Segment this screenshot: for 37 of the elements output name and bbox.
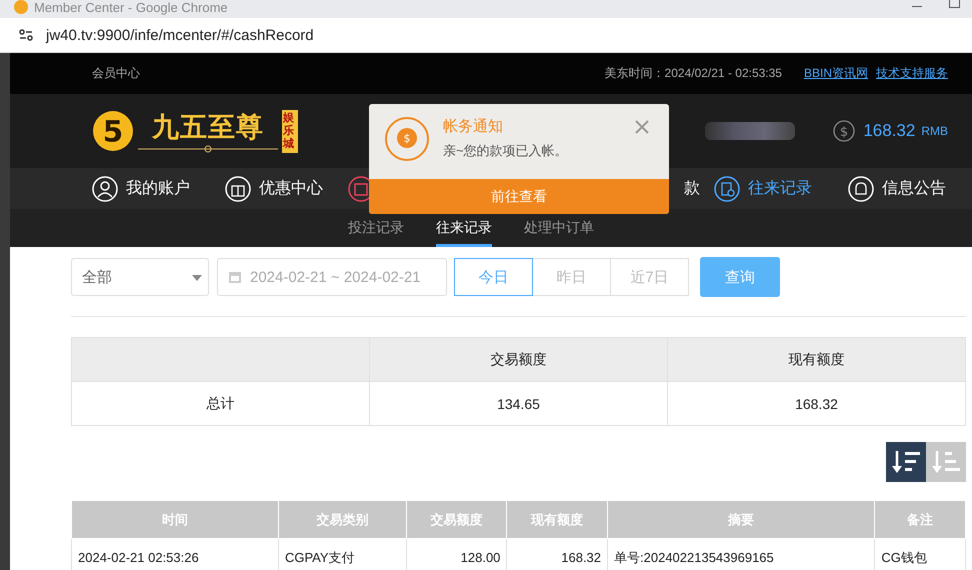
table-header-cell: 现有额度 [668,338,966,382]
window-title: Member Center - Google Chrome [34,1,228,14]
bell-icon [848,176,874,202]
notification-title: 帐务通知 [443,117,504,136]
logo-text: 九五至尊 [152,111,264,144]
site-settings-icon[interactable] [18,27,34,43]
document-icon [714,176,740,202]
gift-icon [225,176,251,202]
currency-label: RMB [921,124,948,138]
nav-tab[interactable]: 我的账户 [92,176,190,202]
logo-icon: 5 [92,110,134,152]
address-bar[interactable]: jw40.tv:9900/infe/mcenter/#/cashRecord [46,26,314,44]
balance-amount: 168.32 [863,121,916,141]
user-icon [92,176,118,202]
logo-badge: 娱乐城 [282,110,298,152]
dollar-icon: $ [833,120,856,142]
notification-message: 亲~您的款项已入帐。 [443,142,568,160]
money-chat-icon: $ [385,116,429,160]
table-cell: 168.32 [668,382,966,426]
header-link[interactable]: BBIN资讯网 [804,65,868,82]
header-link[interactable]: 技术支持服务 [876,65,948,82]
nav-tab[interactable]: 款 [684,178,700,199]
table-cell: 2024-02-21 02:53:26 [72,538,278,570]
nav-tab[interactable]: 往来记录 [714,176,812,202]
member-center-label: 会员中心 [92,65,140,82]
browser-logo-icon [14,0,28,14]
table-header-cell: 交易额度 [370,338,668,382]
sort-button[interactable] [886,442,926,482]
maximize-icon[interactable] [949,0,960,8]
nav-tab[interactable]: 信息公告 [848,176,946,202]
table-cell: 总计 [72,382,370,426]
ornament-icon [138,145,278,153]
eastern-time-label: 美东时间：2024/02/21 - 02:53:35 [604,65,782,82]
nav-tab[interactable]: 优惠中心 [225,176,323,202]
type-select[interactable]: 全部 [71,258,209,296]
calendar-icon [228,270,242,284]
table-cell: 134.65 [370,382,668,426]
